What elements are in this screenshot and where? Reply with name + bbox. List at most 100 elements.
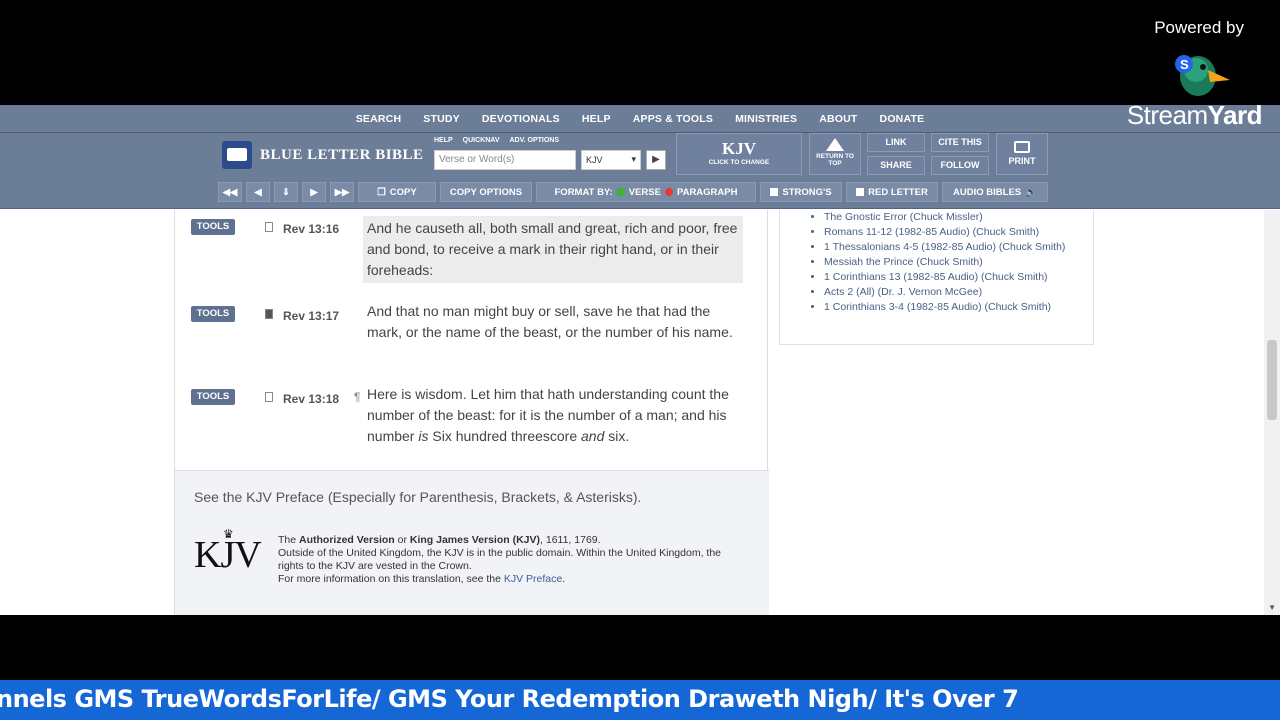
return-to-top-button[interactable]: RETURN TO TOP — [809, 133, 861, 175]
strongs-toggle[interactable]: STRONG'S — [760, 182, 842, 202]
verse-checkbox[interactable] — [616, 188, 625, 196]
double-left-icon: ◀◀ — [222, 186, 238, 198]
print-label: PRINT — [1008, 156, 1036, 166]
tools-button[interactable]: TOOLS — [191, 219, 235, 235]
verse-select-icon[interactable] — [265, 309, 273, 319]
printer-icon — [1014, 141, 1030, 153]
kjv-preface-link[interactable]: See the KJV Preface (Especially for Pare… — [194, 489, 641, 505]
nav-apps-tools[interactable]: APPS & TOOLS — [622, 113, 724, 125]
copy-icon: ❐ — [377, 186, 386, 198]
audio-bibles-label: AUDIO BIBLES — [953, 186, 1022, 198]
news-ticker: nnels GMS TrueWordsForLife/ GMS Your Red… — [0, 680, 1280, 720]
resource-link[interactable]: Acts 2 (All) (Dr. J. Vernon McGee) — [824, 285, 1093, 300]
browser-page: SEARCH STUDY DEVOTIONALS HELP APPS & TOO… — [0, 105, 1280, 615]
arrow-up-icon — [826, 138, 844, 151]
resource-link[interactable]: Messiah the Prince (Chuck Smith) — [824, 255, 1093, 270]
page-scrollbar[interactable]: ▼ — [1264, 210, 1280, 615]
copyright-notice: The Authorized Version or King James Ver… — [278, 534, 721, 585]
scroll-thumb[interactable] — [1267, 340, 1277, 420]
next-chapter-button[interactable]: ▶ — [302, 182, 326, 202]
kjv-logo: KJV — [194, 534, 262, 576]
audio-bibles-button[interactable]: AUDIO BIBLES 🔈 — [942, 182, 1048, 202]
verse-column: TOOLS Rev 13:16 And he causeth all, both… — [174, 210, 769, 615]
double-right-icon: ▶▶ — [334, 186, 350, 198]
kjv-preface-inline-link[interactable]: KJV Preface — [504, 573, 562, 585]
tools-button[interactable]: TOOLS — [191, 306, 235, 322]
streamyard-wordmark: StreamYard — [1126, 100, 1263, 130]
quicknav-link[interactable]: QUICKNAV — [463, 137, 500, 144]
verse-reference[interactable]: Rev 13:17 — [283, 309, 339, 323]
scroll-down-icon[interactable]: ▼ — [1268, 603, 1276, 612]
mini-links: HELP QUICKNAV ADV. OPTIONS — [434, 137, 559, 144]
nav-about[interactable]: ABOUT — [808, 113, 868, 125]
paragraph-radio[interactable] — [664, 188, 673, 196]
reader-controls: ◀◀ ◀ ⇓ ▶ ▶▶ ❐ COPY COPY OPTIONS FORMAT BY… — [218, 182, 1048, 202]
red-letter-label: RED LETTER — [868, 186, 928, 198]
verse-select-icon[interactable] — [265, 392, 273, 402]
search-go-button[interactable]: ▶ — [646, 150, 666, 170]
format-by-group: FORMAT BY: VERSE PARAGRAPH — [536, 182, 756, 202]
chapter-menu-button[interactable]: ⇓ — [274, 182, 298, 202]
nav-study[interactable]: STUDY — [412, 113, 471, 125]
version-label: KJV — [722, 139, 756, 158]
nav-donate[interactable]: DONATE — [869, 113, 936, 125]
adv-options-link[interactable]: ADV. OPTIONS — [510, 137, 560, 144]
play-icon: ▶ — [652, 154, 660, 165]
powered-by-label: Powered by — [1154, 18, 1244, 37]
copy-options-button[interactable]: COPY OPTIONS — [440, 182, 532, 202]
prev-chapter-button[interactable]: ◀ — [246, 182, 270, 202]
version-change-button[interactable]: KJV CLICK TO CHANGE — [676, 133, 802, 175]
left-icon: ◀ — [254, 186, 262, 198]
verse-text: Here is wisdom. Let him that hath unders… — [367, 386, 729, 444]
verse-text: And that no man might buy or sell, save … — [367, 303, 733, 340]
last-chapter-button[interactable]: ▶▶ — [330, 182, 354, 202]
help-link[interactable]: HELP — [434, 137, 453, 144]
verse-reference[interactable]: Rev 13:18 — [283, 392, 339, 406]
tools-button[interactable]: TOOLS — [191, 389, 235, 405]
resource-link[interactable]: 1 Corinthians 3-4 (1982-85 Audio) (Chuck… — [824, 300, 1093, 315]
nav-devotionals[interactable]: DEVOTIONALS — [471, 113, 571, 125]
resource-link[interactable]: 1 Thessalonians 4-5 (1982-85 Audio) (Chu… — [824, 240, 1093, 255]
red-letter-checkbox — [856, 188, 865, 196]
share-button[interactable]: SHARE — [867, 156, 925, 175]
nav-help[interactable]: HELP — [571, 113, 622, 125]
down-arrow-icon: ⇓ — [282, 186, 290, 198]
strongs-checkbox — [770, 188, 779, 196]
verse-reference[interactable]: Rev 13:16 — [283, 222, 339, 236]
verse-text: And he causeth all, both small and great… — [363, 216, 743, 283]
book-icon — [222, 141, 252, 169]
nav-ministries[interactable]: MINISTRIES — [724, 113, 808, 125]
translation-info: See the KJV Preface (Especially for Pare… — [175, 470, 769, 615]
format-by-label: FORMAT BY: — [554, 186, 613, 198]
nav-search[interactable]: SEARCH — [345, 113, 413, 125]
cite-this-button[interactable]: CITE THIS — [931, 133, 989, 152]
site-logo[interactable]: BLUE LETTER BIBLE — [222, 141, 424, 169]
search-input[interactable]: Verse or Word(s) — [434, 150, 576, 170]
paragraph-mark: ¶ — [354, 390, 361, 404]
copy-label: COPY — [389, 186, 417, 198]
first-chapter-button[interactable]: ◀◀ — [218, 182, 242, 202]
ticker-text: nnels GMS TrueWordsForLife/ GMS Your Red… — [0, 685, 1019, 713]
red-letter-toggle[interactable]: RED LETTER — [846, 182, 938, 202]
top-navigation: SEARCH STUDY DEVOTIONALS HELP APPS & TOO… — [0, 105, 1280, 133]
bible-toolbar: BLUE LETTER BIBLE HELP QUICKNAV ADV. OPT… — [0, 133, 1280, 209]
strongs-label: STRONG'S — [782, 186, 832, 198]
resource-link[interactable]: The Gnostic Error (Chuck Missler) — [824, 210, 1093, 225]
print-button[interactable]: PRINT — [996, 133, 1048, 175]
sidebar-resources: The Gnostic Error (Chuck Missler) Romans… — [779, 210, 1094, 345]
click-to-change-label: CLICK TO CHANGE — [708, 159, 770, 166]
copy-button[interactable]: ❐ COPY — [358, 182, 436, 202]
right-icon: ▶ — [310, 186, 318, 198]
follow-button[interactable]: FOLLOW — [931, 156, 989, 175]
version-select[interactable]: KJV — [581, 150, 641, 170]
site-logo-text: BLUE LETTER BIBLE — [260, 146, 424, 163]
resource-link[interactable]: Romans 11-12 (1982-85 Audio) (Chuck Smit… — [824, 225, 1093, 240]
svg-text:S: S — [1180, 57, 1189, 72]
resource-link[interactable]: 1 Corinthians 13 (1982-85 Audio) (Chuck … — [824, 270, 1093, 285]
verse-select-icon[interactable] — [265, 222, 273, 232]
streamyard-duck-logo: S — [1175, 55, 1230, 96]
verse-label: VERSE — [628, 186, 661, 198]
link-button[interactable]: LINK — [867, 133, 925, 152]
speaker-icon: 🔈 — [1025, 186, 1037, 198]
return-to-top-label: RETURN TO TOP — [816, 153, 854, 167]
